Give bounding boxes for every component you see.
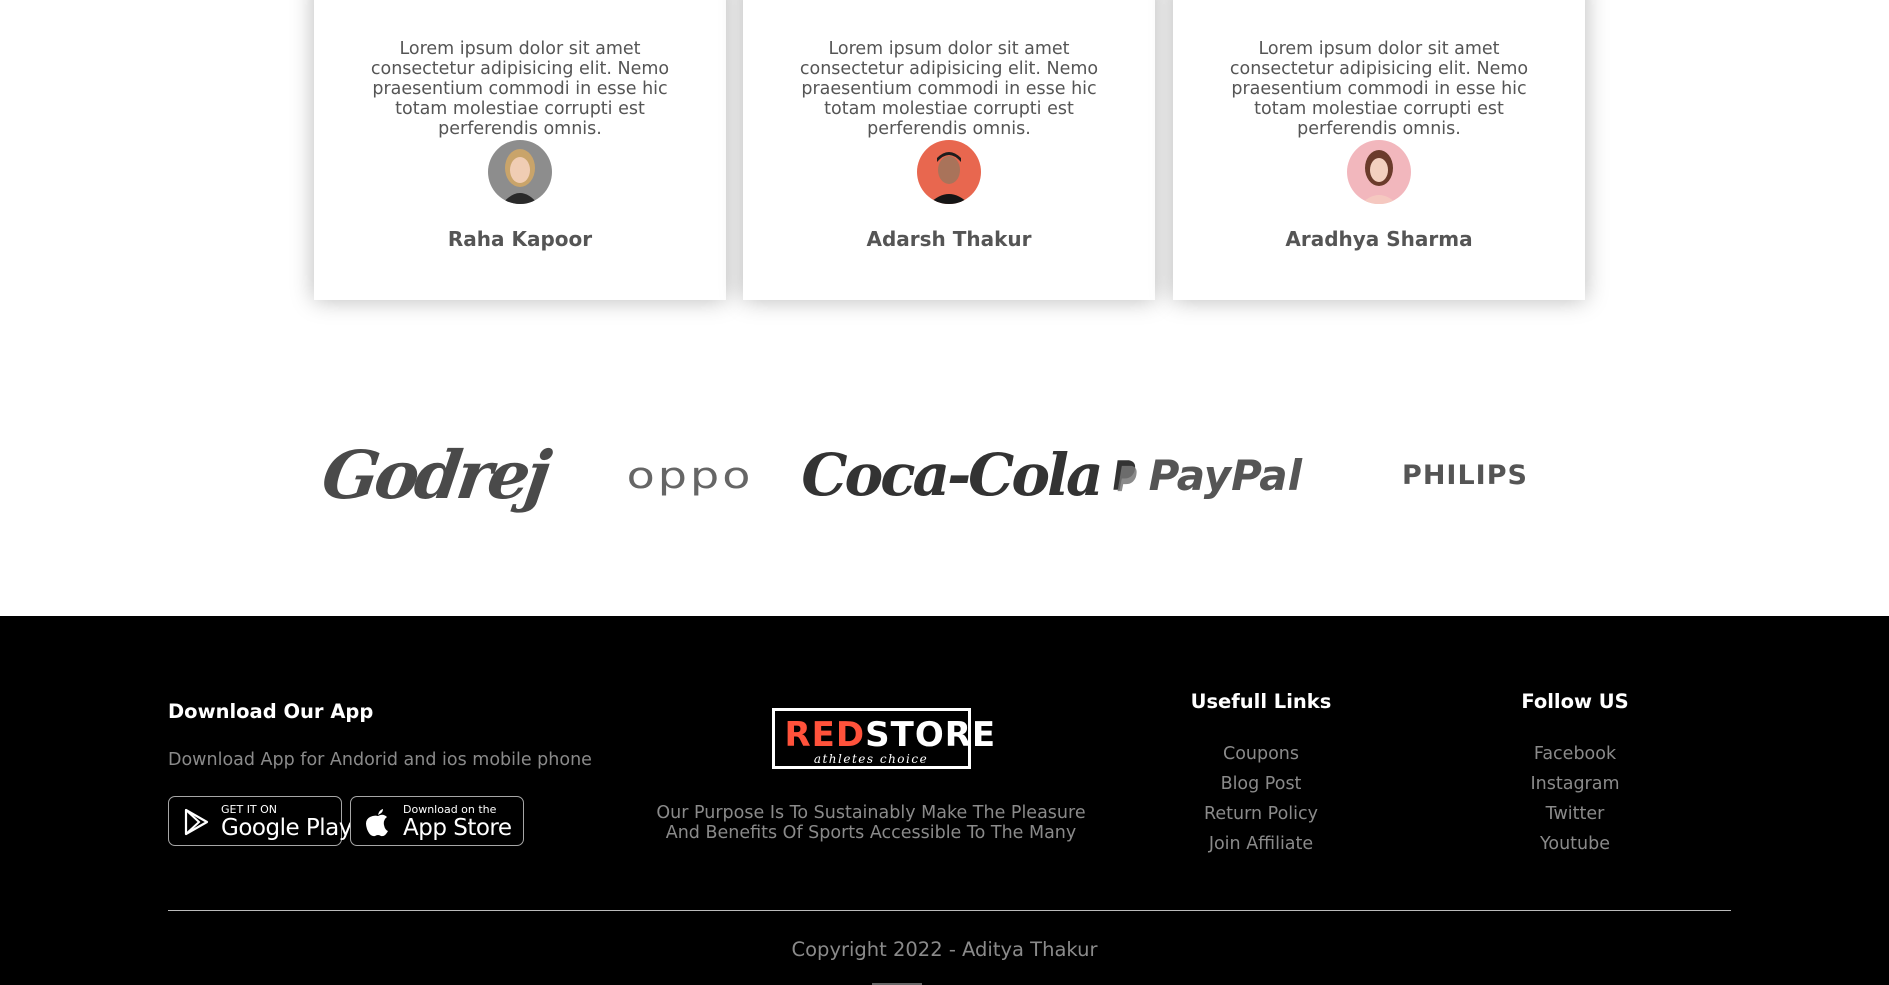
brand-logo-oppo: oppo bbox=[598, 430, 782, 520]
download-app-subtitle: Download App for Andorid and ios mobile … bbox=[168, 750, 592, 770]
link-coupons[interactable]: Coupons bbox=[1181, 739, 1341, 769]
link-blog-post[interactable]: Blog Post bbox=[1181, 769, 1341, 799]
google-play-big-label: Google Play bbox=[221, 815, 352, 841]
testimonial-quote: Lorem ipsum dolor sit amet consectetur a… bbox=[799, 39, 1099, 139]
link-twitter[interactable]: Twitter bbox=[1495, 799, 1655, 829]
logo-red-text: RED bbox=[784, 715, 866, 755]
testimonial-name: Adarsh Thakur bbox=[866, 227, 1032, 251]
paypal-icon bbox=[1113, 460, 1137, 492]
brand-logo-philips: PHILIPS bbox=[1400, 430, 1530, 520]
google-play-button[interactable]: GET IT ON Google Play bbox=[168, 796, 352, 846]
testimonial-name: Aradhya Sharma bbox=[1285, 227, 1473, 251]
app-store-big-label: App Store bbox=[403, 815, 512, 841]
brand-logo-coca-cola: Coca-Cola bbox=[801, 430, 1103, 520]
useful-links-title: Usefull Links bbox=[1190, 690, 1332, 713]
avatar bbox=[488, 140, 552, 204]
follow-us-title: Follow US bbox=[1521, 690, 1629, 713]
link-instagram[interactable]: Instagram bbox=[1495, 769, 1655, 799]
copyright-text: Copyright 2022 - Aditya Thakur bbox=[791, 938, 1098, 961]
redstore-logo[interactable]: REDSTORE athletes choice bbox=[771, 708, 995, 769]
social-links-list: Facebook Instagram Twitter Youtube bbox=[1495, 739, 1655, 859]
testimonials-section: Lorem ipsum dolor sit amet consectetur a… bbox=[0, 0, 1889, 330]
link-facebook[interactable]: Facebook bbox=[1495, 739, 1655, 769]
testimonial-card: Lorem ipsum dolor sit amet consectetur a… bbox=[1173, 0, 1585, 300]
brands-section: Godrej oppo Coca-Cola PayPal PHILIPS bbox=[0, 330, 1889, 616]
useful-links-list: Coupons Blog Post Return Policy Join Aff… bbox=[1181, 739, 1341, 859]
follow-us-column: Follow US Facebook Instagram Twitter You… bbox=[1495, 690, 1655, 859]
testimonial-card: Lorem ipsum dolor sit amet consectetur a… bbox=[314, 0, 726, 300]
useful-links-column: Usefull Links Coupons Blog Post Return P… bbox=[1181, 690, 1341, 859]
brand-logo-godrej: Godrej bbox=[318, 430, 552, 520]
avatar bbox=[917, 140, 981, 204]
brand-logo-text: Godrej bbox=[317, 436, 553, 514]
download-app-title: Download Our App bbox=[168, 700, 374, 723]
apple-icon bbox=[366, 809, 388, 837]
avatar bbox=[1347, 140, 1411, 204]
testimonial-name: Raha Kapoor bbox=[447, 227, 593, 251]
testimonial-card: Lorem ipsum dolor sit amet consectetur a… bbox=[743, 0, 1155, 300]
app-store-button[interactable]: Download on the App Store bbox=[350, 796, 524, 846]
testimonial-quote: Lorem ipsum dolor sit amet consectetur a… bbox=[1229, 39, 1529, 139]
brand-logo-text: PHILIPS bbox=[1402, 459, 1528, 491]
brand-logo-text: oppo bbox=[626, 453, 754, 497]
link-join-affiliate[interactable]: Join Affiliate bbox=[1181, 829, 1341, 859]
link-youtube[interactable]: Youtube bbox=[1495, 829, 1655, 859]
google-play-icon bbox=[184, 808, 209, 836]
testimonial-quote: Lorem ipsum dolor sit amet consectetur a… bbox=[370, 39, 670, 139]
brand-logo-text: PayPal bbox=[1148, 450, 1302, 500]
link-return-policy[interactable]: Return Policy bbox=[1181, 799, 1341, 829]
brand-logo-paypal: PayPal bbox=[1112, 430, 1302, 520]
footer-divider bbox=[168, 910, 1731, 911]
logo-white-text: STORE bbox=[865, 715, 997, 755]
brand-logo-text: Coca-Cola bbox=[801, 441, 1103, 509]
brand-column: REDSTORE athletes choice Our Purpose Is … bbox=[640, 708, 1102, 843]
purpose-text: Our Purpose Is To Sustainably Make The P… bbox=[656, 803, 1086, 843]
download-app-column: Download Our App Download App for Andori… bbox=[168, 700, 592, 770]
footer: Download Our App Download App for Andori… bbox=[0, 616, 1889, 985]
